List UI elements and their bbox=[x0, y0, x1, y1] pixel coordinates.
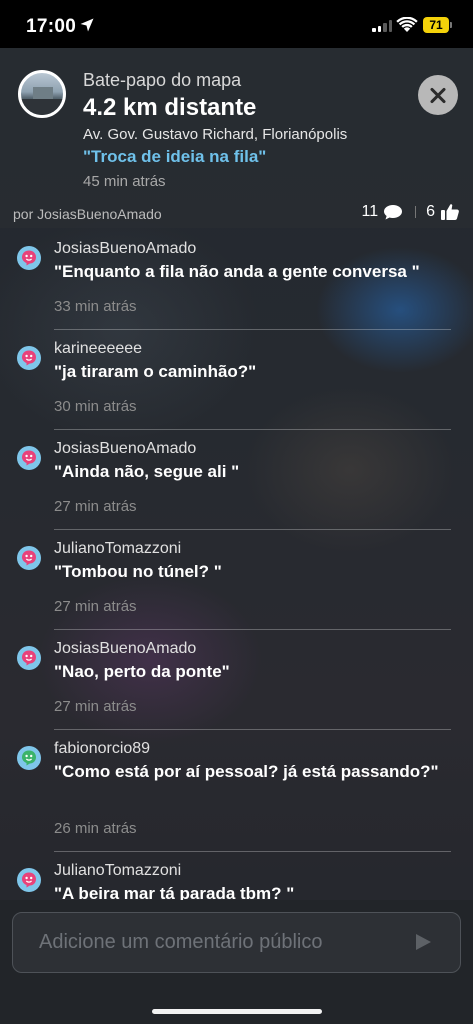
message-username[interactable]: karineeeeee bbox=[54, 340, 142, 358]
cellular-signal-icon bbox=[372, 20, 392, 32]
topic-title: "Troca de ideia na fila" bbox=[83, 147, 267, 166]
wifi-icon bbox=[396, 17, 418, 32]
message-username[interactable]: JosiasBuenoAmado bbox=[54, 640, 196, 658]
message-time: 27 min atrás bbox=[54, 598, 137, 615]
message-username[interactable]: JulianoTomazzoni bbox=[54, 540, 181, 558]
stats-row: 11 6 bbox=[361, 203, 460, 221]
comment-bar bbox=[0, 900, 473, 990]
thumbs-up-icon[interactable] bbox=[440, 203, 460, 221]
message-username[interactable]: fabionorcio89 bbox=[54, 740, 150, 758]
message-username[interactable]: JulianoTomazzoni bbox=[54, 862, 181, 880]
message-username[interactable]: JosiasBuenoAmado bbox=[54, 240, 196, 258]
message-item[interactable]: karineeeeee "ja tiraram o caminhão?" 30 mi… bbox=[0, 330, 473, 430]
posted-time: 45 min atrás bbox=[83, 173, 166, 190]
user-avatar-icon[interactable] bbox=[17, 246, 41, 270]
comment-bubble-icon bbox=[384, 205, 403, 220]
chat-header: Bate-papo do mapa 4.2 km distante Av. Go… bbox=[0, 48, 473, 228]
send-icon[interactable] bbox=[413, 932, 433, 952]
user-avatar-icon[interactable] bbox=[17, 346, 41, 370]
comment-count: 11 bbox=[361, 203, 379, 220]
battery-indicator: 71 bbox=[423, 17, 449, 33]
message-time: 27 min atrás bbox=[54, 698, 137, 715]
chat-title: Bate-papo do mapa bbox=[83, 70, 242, 90]
stats-separator bbox=[415, 206, 417, 218]
home-area bbox=[0, 990, 473, 1024]
user-avatar-icon[interactable] bbox=[17, 446, 41, 470]
message-item[interactable]: JosiasBuenoAmado "Nao, perto da ponte" 27 … bbox=[0, 630, 473, 730]
message-text: "Ainda não, segue ali " bbox=[54, 462, 240, 481]
address-label: Av. Gov. Gustavo Richard, Florianópolis bbox=[83, 126, 348, 143]
message-time: 26 min atrás bbox=[54, 820, 137, 837]
message-list[interactable]: JosiasBuenoAmado "Enquanto a fila não and… bbox=[0, 230, 473, 900]
user-avatar-icon[interactable] bbox=[17, 746, 41, 770]
message-text: "Tombou no túnel? " bbox=[54, 562, 222, 581]
user-avatar-icon[interactable] bbox=[17, 546, 41, 570]
status-bar: 17:00 71 bbox=[0, 0, 473, 48]
message-text: "ja tiraram o caminhão?" bbox=[54, 362, 257, 381]
comment-input[interactable] bbox=[12, 912, 461, 973]
message-time: 27 min atrás bbox=[54, 498, 137, 515]
message-text: "Enquanto a fila não anda a gente conver… bbox=[54, 262, 420, 281]
home-indicator[interactable] bbox=[152, 1009, 322, 1014]
message-text: "A beira mar tá parada tbm? " bbox=[54, 884, 295, 900]
author-label: por JosiasBuenoAmado bbox=[13, 206, 162, 222]
message-time: 30 min atrás bbox=[54, 398, 137, 415]
location-thumbnail bbox=[18, 70, 66, 118]
clock: 17:00 bbox=[26, 16, 77, 37]
message-item[interactable]: fabionorcio89 "Como está por aí pessoal? … bbox=[0, 730, 473, 852]
message-item[interactable]: JosiasBuenoAmado "Ainda não, segue ali " 2… bbox=[0, 430, 473, 530]
message-username[interactable]: JosiasBuenoAmado bbox=[54, 440, 196, 458]
message-item[interactable]: JosiasBuenoAmado "Enquanto a fila não and… bbox=[0, 230, 473, 330]
like-count: 6 bbox=[426, 203, 435, 220]
user-avatar-icon[interactable] bbox=[17, 868, 41, 892]
message-text: "Nao, perto da ponte" bbox=[54, 662, 230, 681]
user-avatar-icon[interactable] bbox=[17, 646, 41, 670]
distance-label: 4.2 km distante bbox=[83, 94, 257, 121]
message-text: "Como está por aí pessoal? já está passa… bbox=[54, 762, 439, 781]
message-time: 33 min atrás bbox=[54, 298, 137, 315]
close-button[interactable] bbox=[418, 75, 458, 115]
message-item[interactable]: JulianoTomazzoni "Tombou no túnel? " 27 mi… bbox=[0, 530, 473, 630]
location-arrow-icon bbox=[80, 18, 94, 32]
message-item[interactable]: JulianoTomazzoni "A beira mar tá parada t… bbox=[0, 852, 473, 900]
battery-tip bbox=[450, 22, 452, 28]
